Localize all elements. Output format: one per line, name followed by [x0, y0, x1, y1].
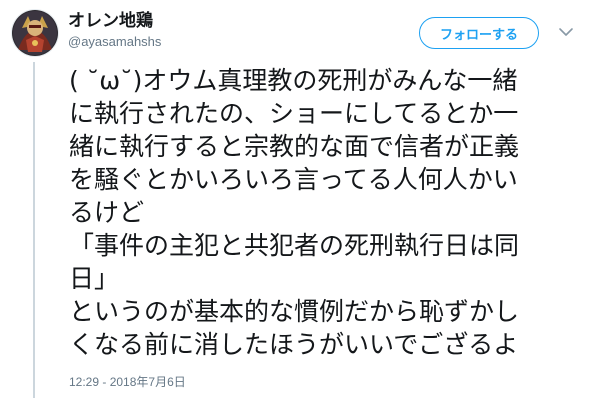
tweet-text-line: を騒ぐとかいろいろ言ってる人何人かい [69, 165, 518, 194]
tweet-text-line: というのが基本的な慣例だから恥ずかし [69, 297, 520, 326]
tweet-text-line: 日」 [69, 264, 120, 293]
tweet-text-line: ( ˘ω˘)オウム真理教の死刑がみんな一緒 [69, 66, 518, 95]
tweet-text-line: に執行されたの、ショーにしてるとか一 [69, 99, 519, 128]
avatar-image [12, 10, 58, 56]
tweet-text-line: くなる前に消したほうがいいでござるよ [69, 330, 519, 359]
follow-button[interactable]: フォローする [419, 17, 539, 49]
tweet-timestamp[interactable]: 12:29 - 2018年7月6日 [69, 374, 186, 390]
tweet-text-line: 緒に執行すると宗教的な面で信者が正義 [69, 132, 520, 161]
avatar[interactable] [11, 9, 59, 57]
tweet-card: オレン地鶏 @ayasamahshs フォローする ( ˘ω˘)オウム真理教の死… [0, 0, 598, 401]
display-name[interactable]: オレン地鶏 [68, 11, 153, 31]
tweet-text-line: るけど [69, 198, 145, 227]
user-handle[interactable]: @ayasamahshs [68, 34, 161, 50]
thread-line [33, 62, 35, 398]
chevron-down-icon[interactable] [558, 26, 574, 38]
tweet-text-line: 「事件の主犯と共犯者の死刑執行日は同 [69, 231, 520, 260]
tweet-text: ( ˘ω˘)オウム真理教の死刑がみんな一緒 に執行されたの、ショーにしてるとか一… [69, 64, 594, 361]
